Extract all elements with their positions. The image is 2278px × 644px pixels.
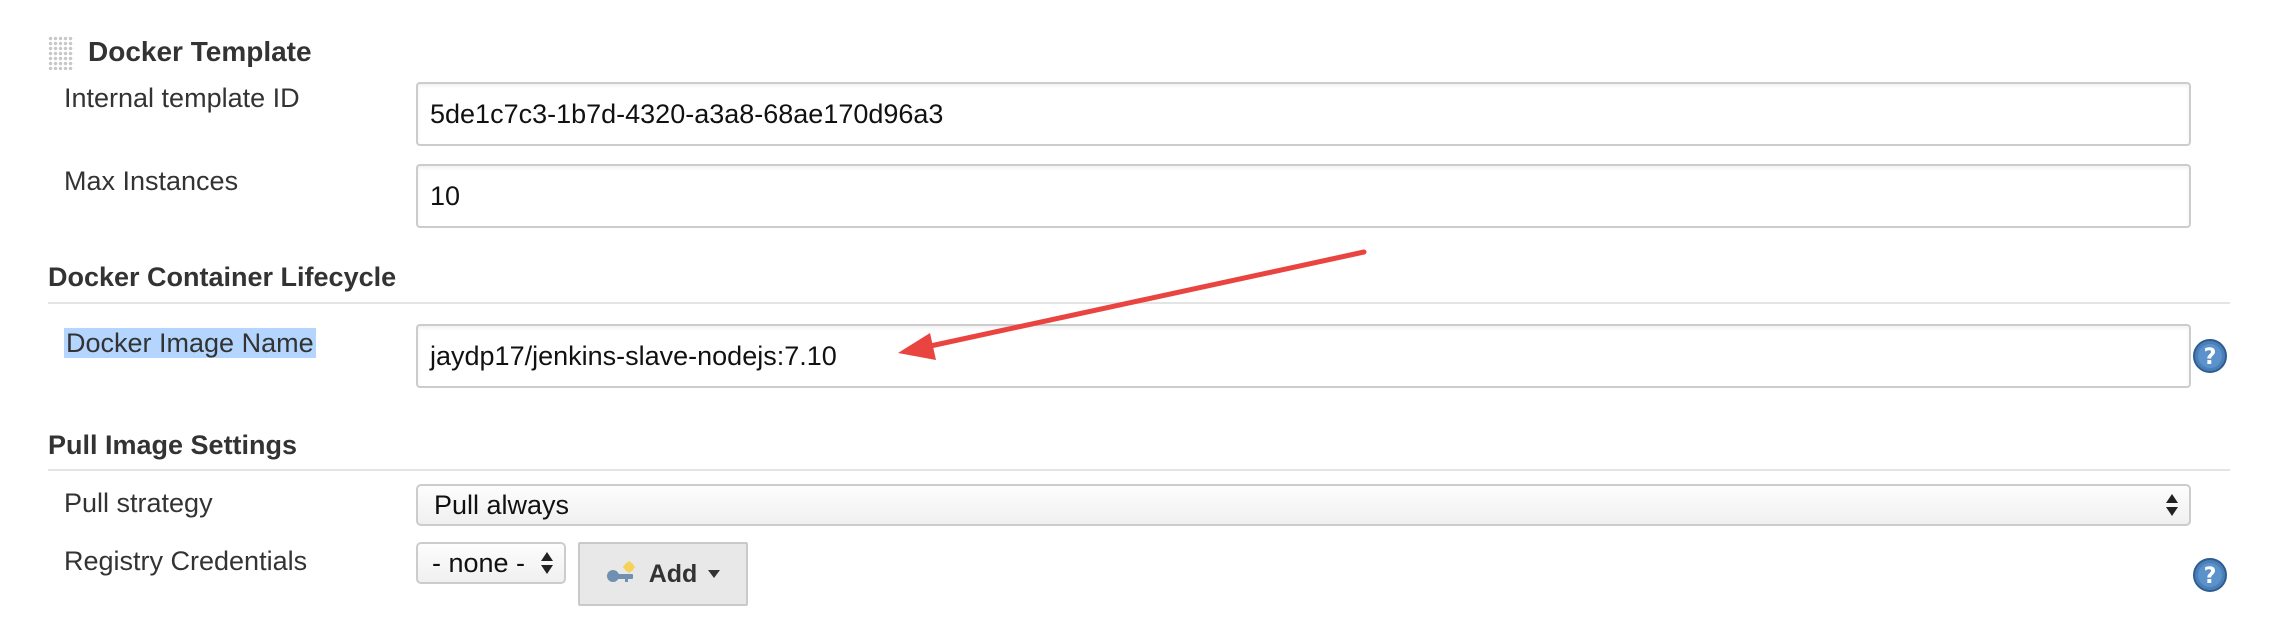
template-id-input[interactable]: 5de1c7c3-1b7d-4320-a3a8-68ae170d96a3 — [416, 82, 2191, 146]
max-instances-input[interactable]: 10 — [416, 164, 2191, 228]
svg-text:?: ? — [2204, 564, 2217, 589]
pull-section-title: Pull Image Settings — [48, 430, 298, 460]
help-icon[interactable]: ? — [2192, 557, 2228, 593]
pull-strategy-select[interactable]: Pull always — [416, 484, 2191, 526]
select-arrows-icon — [2166, 494, 2178, 516]
select-arrows-icon — [541, 552, 553, 574]
lifecycle-section-title: Docker Container Lifecycle — [48, 262, 397, 292]
drag-handle-icon[interactable] — [48, 36, 74, 70]
annotation-arrow — [898, 249, 1367, 360]
add-button-label: Add — [648, 559, 698, 588]
max-instances-label: Max Instances — [64, 166, 239, 196]
max-instances-value: 10 — [430, 180, 461, 211]
section-title: Docker Template — [88, 36, 312, 67]
template-id-value: 5de1c7c3-1b7d-4320-a3a8-68ae170d96a3 — [430, 98, 944, 129]
template-id-label: Internal template ID — [64, 83, 300, 113]
image-name-value: jaydp17/jenkins-slave-nodejs:7.10 — [430, 340, 837, 371]
key-icon — [606, 561, 635, 582]
registry-credentials-select[interactable]: - none - — [416, 542, 566, 584]
registry-credentials-value: - none - — [432, 547, 526, 578]
pull-divider — [48, 469, 2230, 471]
image-name-label: Docker Image Name — [64, 328, 316, 359]
svg-text:?: ? — [2204, 345, 2217, 370]
pull-strategy-label: Pull strategy — [64, 488, 213, 518]
help-icon[interactable]: ? — [2192, 338, 2228, 374]
image-name-label-text: Docker Image Name — [64, 328, 316, 358]
registry-credentials-label: Registry Credentials — [64, 546, 308, 576]
pull-strategy-value: Pull always — [434, 489, 570, 520]
caret-down-icon — [708, 570, 721, 578]
add-credentials-button[interactable]: Add — [578, 542, 748, 606]
